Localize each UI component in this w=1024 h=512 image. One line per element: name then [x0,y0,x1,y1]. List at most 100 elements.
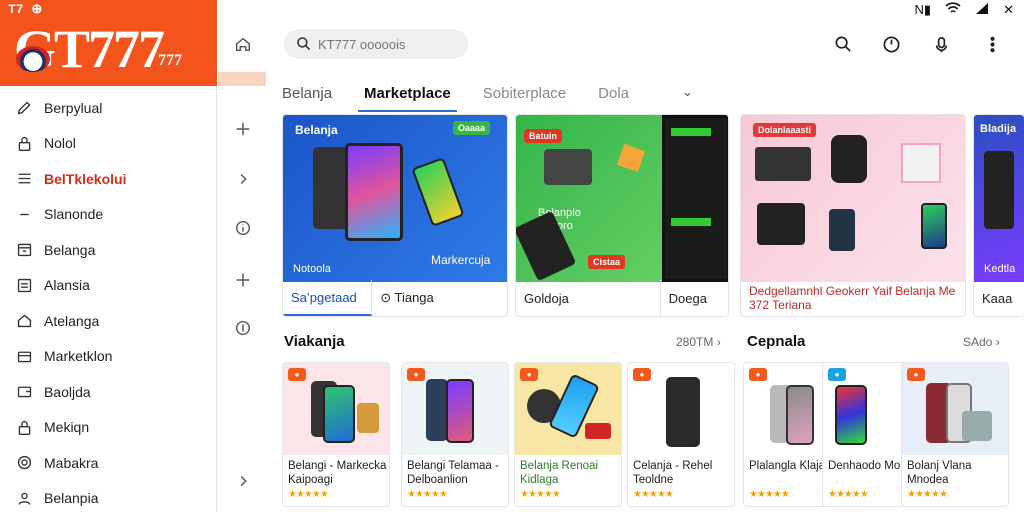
sidebar-item-9[interactable]: Mekiqn [0,410,217,446]
banner-footer-tab[interactable]: Goldoja [516,280,661,316]
sidebar-item-7[interactable]: Marketklon [0,339,217,375]
timer-button[interactable] [880,33,902,55]
banner-pill-2: Cistaa [588,255,626,269]
banner-footer-tab[interactable]: ⊙ Tianga [372,280,507,316]
banner-title: Belanja [295,123,338,137]
product-card[interactable]: ● Belanja Renoai Kidlaga ★★★★★ [514,362,622,507]
product-card[interactable]: ● Belangi - Markecka Kaipoagi ★★★★★ [282,362,390,507]
sidebar-item-10[interactable]: Mabakra [0,445,217,481]
phone-image [345,143,403,241]
banner-caption: Kedtla [984,263,1016,275]
sidebar-item-label: Mabakra [44,454,99,471]
section-more-link-2[interactable]: SAdo › [963,335,1000,349]
search-button[interactable] [832,33,854,55]
tab-belanja[interactable]: Belanja [266,85,348,112]
product-image: ● [402,363,508,455]
banner-caption: Notoola [293,263,331,275]
sidebar-item-11[interactable]: Belanpia [0,481,217,512]
section-title-1: Viakanja [284,333,345,350]
sidebar-item-label: Baoljda [44,383,91,400]
chevron-right-icon [240,173,247,185]
product-name: Celanja - Rehel Teoldne [633,460,713,486]
more-vertical-icon [989,36,995,52]
rail-next-button[interactable] [232,168,254,190]
more-menu-button[interactable] [981,33,1003,55]
banner-card-3[interactable]: Dolanlaaasti Dedgellamnhl Geokerr Yaif B… [740,114,966,317]
banner-footer-tab[interactable]: Saʻpgetaad [283,280,373,316]
section-more-label: SAdo [963,335,993,349]
product-image: ● [628,363,734,455]
sidebar-item-2[interactable]: BelTklekolui [0,161,217,197]
rail-coin-button[interactable] [232,317,254,339]
banner-footer-tab[interactable]: Kaaa [974,280,1024,316]
section-title-2: Cepnala [747,333,806,350]
sidebar-item-label: Berpylual [44,99,103,116]
sidebar-item-3[interactable]: Slanonde [0,197,217,233]
rail-add-button-2[interactable] [232,269,254,291]
banner-footer: Saʻpgetaad ⊙ Tianga [283,280,507,316]
banner-right-caption: Markercuja [431,253,491,267]
drone-image [757,203,805,245]
phone-image [411,157,465,227]
box-image [901,143,941,183]
plus-icon [236,273,250,287]
section-more-link-1[interactable]: 280TM › [676,335,721,349]
logo-badge-icon [16,46,50,72]
sidebar-item-label: Belanga [44,241,96,258]
search-bar[interactable] [284,29,468,59]
banner-footer-text[interactable]: Dedgellamnhl Geokerr Yaif Belanja Me 372… [749,284,965,312]
sidebar-nav: Berpylual Nolol BelTklekolui Slanonde Be… [0,90,217,512]
lock-icon [14,133,34,153]
menu-icon [14,169,34,189]
product-name: Belanja Renoai Kidlaga [520,460,599,486]
discount-badge: ● [828,368,846,381]
rail-info-button[interactable] [232,217,254,239]
sidebar-item-5[interactable]: Alansia [0,268,217,304]
sidebar-item-4[interactable]: Belanga [0,232,217,268]
close-icon[interactable]: ✕ [1003,2,1014,18]
phone-screen-image [662,115,728,282]
banner-pill: Batuin [524,129,562,143]
banner-card-1[interactable]: Belanja Oaaaa Notoola Markercuja Saʻpget… [282,114,508,317]
sidebar: T7 ⊕ GT777 777 Berpylual Nolol BelTkleko… [0,0,217,512]
store-icon [14,240,34,260]
box-image [616,143,646,173]
logo-header[interactable]: T7 ⊕ GT777 777 [0,0,217,86]
wallet-icon [14,382,34,402]
product-card[interactable]: ● Bolanj Vlana Mnodea ★★★★★ [901,362,1009,507]
battery-icon: N▮ [914,2,932,17]
sidebar-item-8[interactable]: Baoljda [0,374,217,410]
banner-footer-tab[interactable]: Doega [661,280,728,316]
sidebar-item-label: Belanpia [44,490,99,507]
tab-sobiterplace[interactable]: Sobiterplace [467,85,582,112]
banner-card-4[interactable]: Bladija Kedtla Kaaa [973,114,1024,317]
sidebar-item-6[interactable]: Atelanga [0,303,217,339]
tab-bar: Belanja Marketplace Sobiterplace Dola ⌄ [266,78,1024,112]
rail-expand-button[interactable] [232,470,254,492]
rating-stars: ★★★★★ [828,489,869,500]
discount-badge: ● [407,368,425,381]
mic-button[interactable] [930,33,952,55]
banner-title: Bladija [980,123,1017,135]
search-input[interactable] [318,36,458,52]
rail-highlight [218,72,266,86]
product-image: ● [283,363,389,455]
sidebar-item-label: Marketklon [44,348,113,365]
device-image [544,149,592,185]
discount-badge: ● [633,368,651,381]
sidebar-item-1[interactable]: Nolol [0,126,217,162]
sidebar-item-0[interactable]: Berpylual [0,90,217,126]
rail-add-button[interactable] [232,118,254,140]
signal-icon [975,2,989,18]
banner-card-2[interactable]: Batuin Belanplo Bakoro Cistaa Goldoja Do… [515,114,729,317]
wifi-icon [945,2,961,18]
home-button[interactable] [232,33,254,55]
banner-footer: Goldoja Doega [516,280,728,316]
tab-marketplace[interactable]: Marketplace [348,85,467,112]
product-card[interactable]: ● Celanja - Rehel Teoldne ★★★★★ [627,362,735,507]
chevron-down-icon[interactable]: ⌄ [682,84,693,100]
tab-dola[interactable]: Dola [582,85,645,112]
rating-stars: ★★★★★ [288,489,329,500]
home-icon [235,37,251,52]
product-card[interactable]: ● Belangi Telamaa - Delboanlion ★★★★★ [401,362,509,507]
